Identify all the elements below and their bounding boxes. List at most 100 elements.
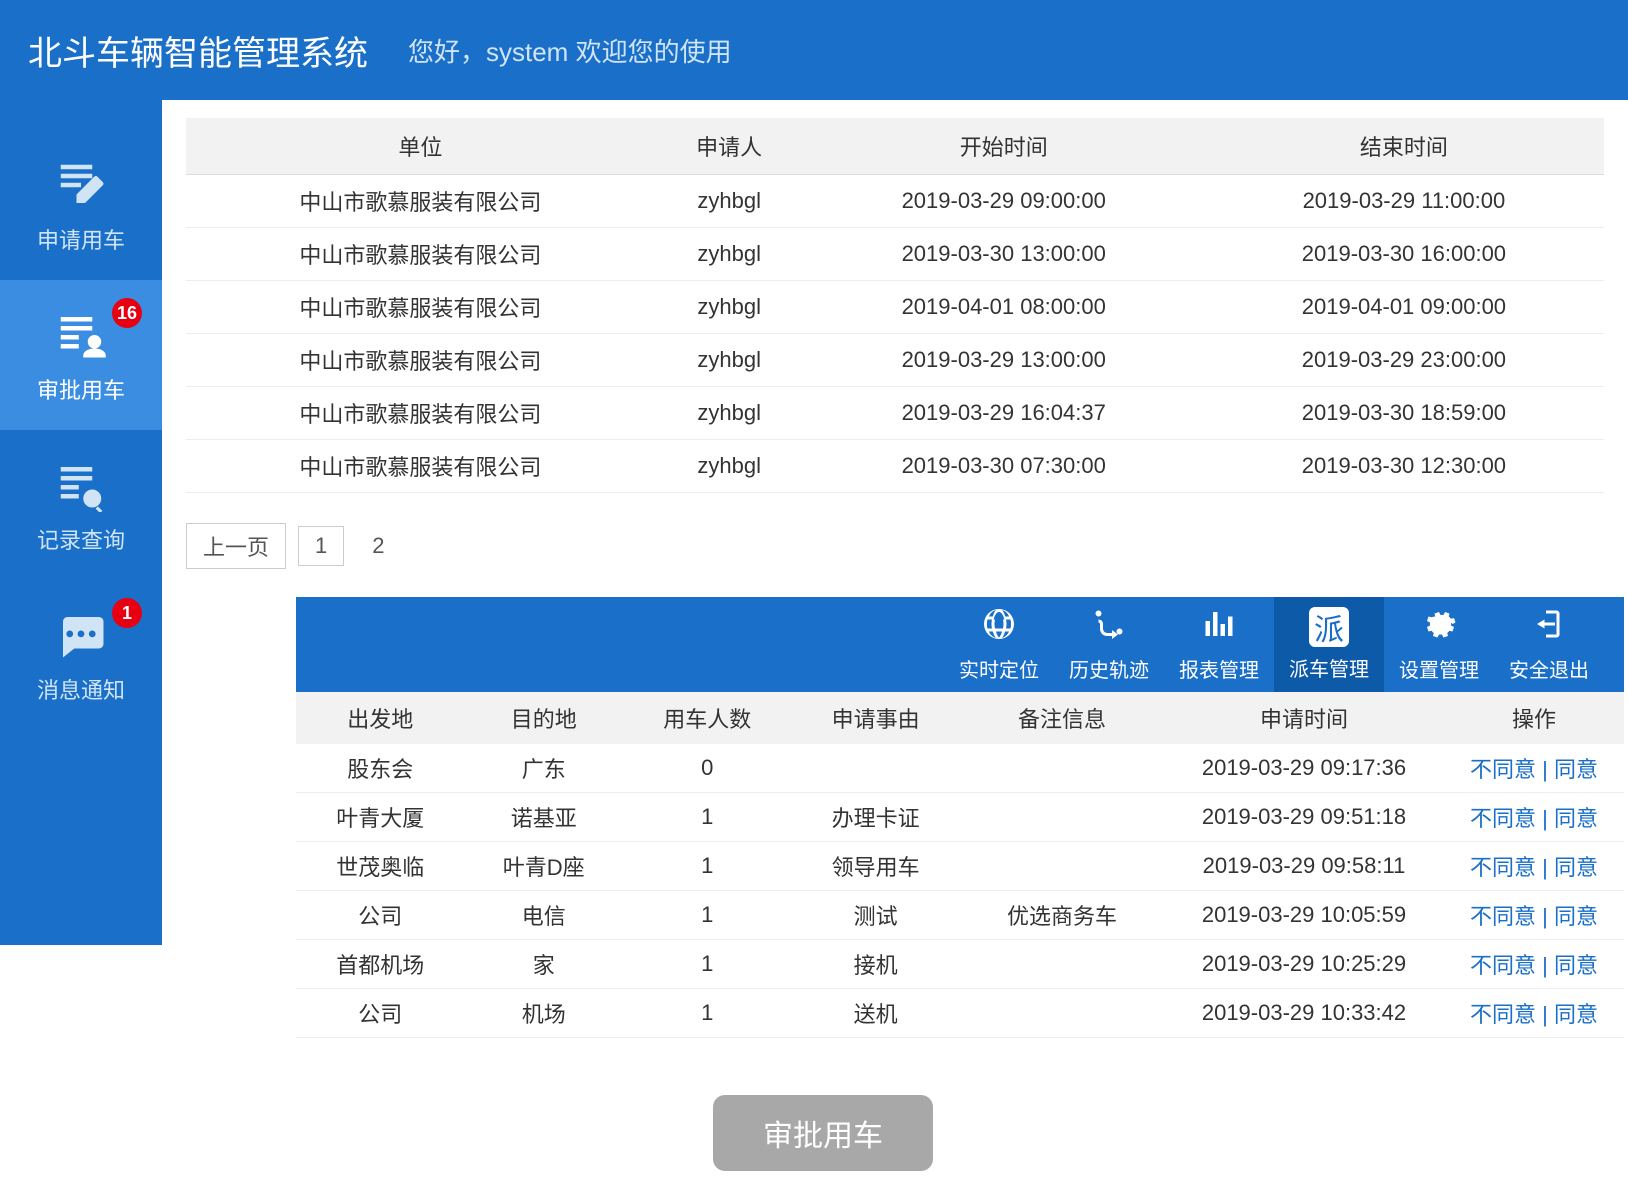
cell: 领导用车	[791, 842, 959, 891]
dispatch-table: 出发地目的地用车人数申请事由备注信息申请时间操作 股东会广东02019-03-2…	[296, 692, 1624, 1038]
sidebar-item-label: 消息通知	[37, 673, 125, 705]
approve-link[interactable]: 同意	[1554, 806, 1598, 831]
cell: 1	[623, 891, 791, 940]
table-row[interactable]: 中山市歌慕服装有限公司zyhbgl2019-03-30 07:30:002019…	[186, 440, 1604, 493]
page-2-button[interactable]: 2	[356, 527, 400, 565]
cell: 1	[623, 940, 791, 989]
edit-note-icon	[51, 155, 111, 215]
action-cell: 不同意 | 同意	[1444, 744, 1624, 793]
toolbar: 实时定位历史轨迹报表管理派派车管理设置管理安全退出	[296, 597, 1624, 692]
cell: 2019-03-29 10:25:29	[1164, 940, 1444, 989]
cell: 中山市歌慕服装有限公司	[186, 440, 655, 493]
approve-link[interactable]: 同意	[1554, 1002, 1598, 1027]
page-1-button[interactable]: 1	[298, 526, 344, 566]
cell: zyhbgl	[655, 387, 804, 440]
table-row[interactable]: 中山市歌慕服装有限公司zyhbgl2019-03-29 16:04:372019…	[186, 387, 1604, 440]
table-header: 目的地	[464, 692, 623, 744]
toolbar-item-2[interactable]: 报表管理	[1164, 597, 1274, 692]
approve-link[interactable]: 同意	[1554, 953, 1598, 978]
welcome-text: 您好，system 欢迎您的使用	[408, 32, 732, 69]
cell: 中山市歌慕服装有限公司	[186, 228, 655, 281]
list-user-icon	[51, 305, 111, 365]
reject-link[interactable]: 不同意	[1470, 855, 1536, 880]
sidebar-item-3[interactable]: 消息通知1	[0, 580, 162, 730]
approve-link[interactable]: 同意	[1554, 757, 1598, 782]
toolbar-item-5[interactable]: 安全退出	[1494, 597, 1604, 692]
cell	[960, 989, 1164, 1038]
table-row[interactable]: 中山市歌慕服装有限公司zyhbgl2019-03-29 13:00:002019…	[186, 334, 1604, 387]
toolbar-item-0[interactable]: 实时定位	[944, 597, 1054, 692]
cell: 测试	[791, 891, 959, 940]
prev-page-button[interactable]: 上一页	[186, 523, 286, 569]
toolbar-item-label: 派车管理	[1289, 653, 1369, 682]
dispatch-panel: 实时定位历史轨迹报表管理派派车管理设置管理安全退出 出发地目的地用车人数申请事由…	[295, 596, 1625, 1039]
sidebar-item-2[interactable]: 记录查询	[0, 430, 162, 580]
separator: |	[1536, 855, 1554, 880]
table-row[interactable]: 中山市歌慕服装有限公司zyhbgl2019-04-01 08:00:002019…	[186, 281, 1604, 334]
table-row: 叶青大厦诺基亚1办理卡证2019-03-29 09:51:18不同意 | 同意	[296, 793, 1624, 842]
cell: 叶青大厦	[296, 793, 464, 842]
app-title: 北斗车辆智能管理系统	[28, 26, 368, 75]
cell: 2019-03-29 09:58:11	[1164, 842, 1444, 891]
table-header: 结束时间	[1204, 118, 1604, 175]
cell	[960, 940, 1164, 989]
action-cell: 不同意 | 同意	[1444, 793, 1624, 842]
cell: 电信	[464, 891, 623, 940]
cell: 0	[623, 744, 791, 793]
table-header: 申请事由	[791, 692, 959, 744]
toolbar-item-4[interactable]: 设置管理	[1384, 597, 1494, 692]
toolbar-item-3[interactable]: 派派车管理	[1274, 597, 1384, 692]
reject-link[interactable]: 不同意	[1470, 806, 1536, 831]
cell: 机场	[464, 989, 623, 1038]
cell: 叶青D座	[464, 842, 623, 891]
action-cell: 不同意 | 同意	[1444, 842, 1624, 891]
sidebar-item-1[interactable]: 审批用车16	[0, 280, 162, 430]
cell: zyhbgl	[655, 175, 804, 228]
table-row[interactable]: 中山市歌慕服装有限公司zyhbgl2019-03-30 13:00:002019…	[186, 228, 1604, 281]
approve-link[interactable]: 同意	[1554, 855, 1598, 880]
action-cell: 不同意 | 同意	[1444, 940, 1624, 989]
separator: |	[1536, 904, 1554, 929]
cell: 中山市歌慕服装有限公司	[186, 387, 655, 440]
cell: 1	[623, 793, 791, 842]
cell: 中山市歌慕服装有限公司	[186, 334, 655, 387]
separator: |	[1536, 757, 1554, 782]
list-search-icon	[51, 455, 111, 515]
toolbar-item-label: 实时定位	[959, 654, 1039, 683]
reject-link[interactable]: 不同意	[1470, 757, 1536, 782]
cell: 2019-03-30 13:00:00	[804, 228, 1204, 281]
cell: 2019-03-29 11:00:00	[1204, 175, 1604, 228]
toolbar-item-1[interactable]: 历史轨迹	[1054, 597, 1164, 692]
sidebar: 申请用车审批用车16记录查询消息通知1	[0, 100, 162, 945]
cell: 1	[623, 989, 791, 1038]
gear-icon	[1421, 606, 1457, 654]
cell: 2019-03-29 09:17:36	[1164, 744, 1444, 793]
table-header: 操作	[1444, 692, 1624, 744]
cell: 2019-03-29 10:05:59	[1164, 891, 1444, 940]
cell: 中山市歌慕服装有限公司	[186, 175, 655, 228]
cell: 2019-03-29 13:00:00	[804, 334, 1204, 387]
cell: 世茂奥临	[296, 842, 464, 891]
reject-link[interactable]: 不同意	[1470, 904, 1536, 929]
table-row[interactable]: 中山市歌慕服装有限公司zyhbgl2019-03-29 09:00:002019…	[186, 175, 1604, 228]
sidebar-item-label: 审批用车	[37, 373, 125, 405]
cell: 股东会	[296, 744, 464, 793]
sidebar-item-label: 申请用车	[37, 223, 125, 255]
request-table: 单位申请人开始时间结束时间 中山市歌慕服装有限公司zyhbgl2019-03-2…	[186, 118, 1604, 493]
cell: 广东	[464, 744, 623, 793]
cell: zyhbgl	[655, 281, 804, 334]
logout-icon	[1531, 606, 1567, 654]
toolbar-item-label: 设置管理	[1399, 654, 1479, 683]
table-header: 备注信息	[960, 692, 1164, 744]
approve-link[interactable]: 同意	[1554, 904, 1598, 929]
cell: 2019-04-01 08:00:00	[804, 281, 1204, 334]
cell: 2019-03-29 23:00:00	[1204, 334, 1604, 387]
reject-link[interactable]: 不同意	[1470, 1002, 1536, 1027]
toolbar-item-label: 报表管理	[1179, 654, 1259, 683]
action-cell: 不同意 | 同意	[1444, 989, 1624, 1038]
table-header: 申请人	[655, 118, 804, 175]
reject-link[interactable]: 不同意	[1470, 953, 1536, 978]
cell: 送机	[791, 989, 959, 1038]
sidebar-item-0[interactable]: 申请用车	[0, 130, 162, 280]
cell: 2019-03-30 16:00:00	[1204, 228, 1604, 281]
